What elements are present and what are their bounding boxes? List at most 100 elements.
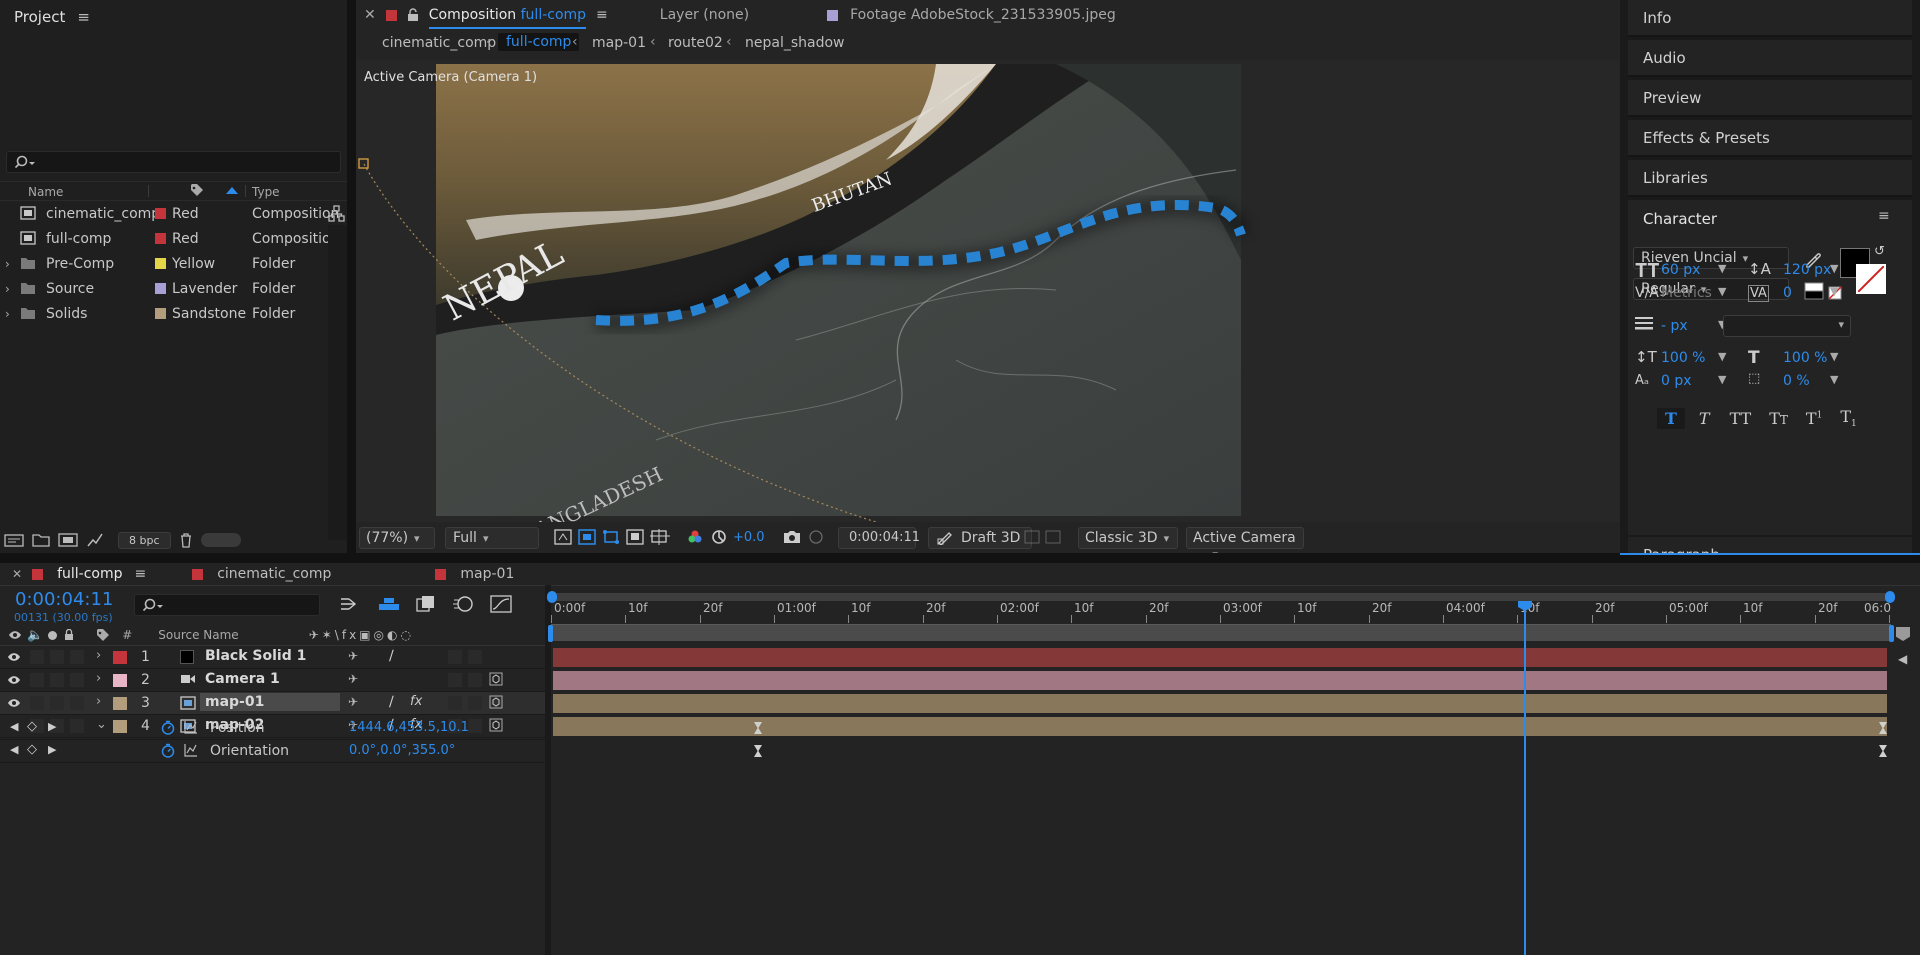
lock-icon[interactable] xyxy=(407,8,419,22)
panel-tab-libraries[interactable]: Libraries xyxy=(1628,160,1912,197)
next-keyframe-icon[interactable]: ▶ xyxy=(48,720,56,733)
panel-tab-info[interactable]: Info xyxy=(1628,0,1912,37)
project-item[interactable]: › Pre-Comp Yellow Folder xyxy=(0,251,326,276)
timeline-tab[interactable]: map-01 xyxy=(460,566,514,582)
work-area-start[interactable] xyxy=(548,625,553,642)
viewer-canvas[interactable]: Active Camera (Camera 1) NEPAL BHUTAN BA… xyxy=(356,60,1620,522)
time-navigator[interactable] xyxy=(547,591,1895,603)
composition-flowchart-icon[interactable] xyxy=(340,595,362,613)
stroke-width-value[interactable]: - px xyxy=(1661,318,1688,334)
layer-expand-arrow-icon[interactable]: › xyxy=(96,694,101,709)
grid-guides-icon[interactable] xyxy=(650,529,670,545)
timeline-end-marker-icon[interactable] xyxy=(1896,627,1910,641)
snapshot-icon[interactable] xyxy=(783,529,801,545)
vertical-scale-dropdown-arrow[interactable]: ▼ xyxy=(1718,350,1726,363)
3d-layer-switch-icon[interactable] xyxy=(489,672,503,686)
label-color-swatch[interactable] xyxy=(155,233,166,244)
layer-solo-toggle[interactable] xyxy=(50,696,64,710)
fast-previews-icon[interactable] xyxy=(554,529,572,545)
small-caps-button[interactable]: TT xyxy=(1763,408,1794,429)
tab-menu-icon[interactable]: ≡ xyxy=(134,566,146,582)
sort-ascending-icon[interactable] xyxy=(226,187,238,194)
3d-layer-switch-icon[interactable] xyxy=(489,695,503,709)
keyframe-marker[interactable] xyxy=(1879,722,1887,734)
effects-switch-icon[interactable]: fx xyxy=(410,694,422,709)
layer-label-color[interactable] xyxy=(113,651,127,664)
extended-viewer-icon[interactable] xyxy=(1024,530,1064,544)
layer-name[interactable]: Camera 1 xyxy=(200,670,340,688)
tab-footage[interactable]: Footage AdobeStock_231533905.jpeg xyxy=(850,7,1116,23)
project-panel-title[interactable]: Project xyxy=(14,8,65,26)
faux-italic-button[interactable]: T xyxy=(1691,408,1718,429)
layer-row[interactable]: › 3 map-01 ✈ ∕ fx xyxy=(0,692,545,715)
breadcrumb-item[interactable]: route02 xyxy=(668,35,723,51)
prev-keyframe-icon[interactable]: ◀ xyxy=(10,720,18,733)
panel-tab-audio[interactable]: Audio xyxy=(1628,40,1912,77)
shy-switch-icon[interactable]: ✈ xyxy=(348,695,358,709)
project-item[interactable]: full-comp Red Composition xyxy=(0,226,339,251)
tracking-value[interactable]: 0 xyxy=(1783,285,1792,301)
property-value[interactable]: 0.0°,0.0°,355.0° xyxy=(349,743,455,758)
label-color-swatch[interactable] xyxy=(155,283,166,294)
leading-dropdown-arrow[interactable]: ▼ xyxy=(1830,262,1838,275)
flowchart-icon[interactable] xyxy=(327,204,347,224)
magnification-dropdown[interactable]: (77%) xyxy=(359,527,435,549)
project-item[interactable]: › Solids Sandstone Folder xyxy=(0,301,326,326)
solo-icon[interactable] xyxy=(48,630,58,640)
motion-blur-switch[interactable] xyxy=(448,650,462,664)
layer-lock-toggle[interactable] xyxy=(70,650,84,664)
time-ruler[interactable]: 0:00f 10f 20f 01:00f 10f 20f 02:00f 10f 20f 03:00… xyxy=(551,601,1891,623)
audio-icon[interactable]: 🔈 xyxy=(27,628,43,643)
project-scrollbar[interactable] xyxy=(328,225,347,540)
breadcrumb-item[interactable]: map-01 xyxy=(592,35,646,51)
timeline-current-time[interactable]: 0:00:04:11 xyxy=(15,589,113,610)
bit-depth-button[interactable]: 8 bpc xyxy=(118,531,171,549)
shy-switch-icon[interactable]: ✈ xyxy=(348,649,358,663)
tsume-value[interactable]: 0 % xyxy=(1783,373,1810,389)
superscript-button[interactable]: T1 xyxy=(1800,408,1828,429)
property-value[interactable]: 1444.6,453.5,10.1 xyxy=(349,720,469,735)
layer-solo-toggle[interactable] xyxy=(50,673,64,687)
project-item[interactable]: › Source Lavender Folder xyxy=(0,276,326,301)
motion-blur-switch[interactable] xyxy=(448,696,462,710)
stopwatch-icon[interactable] xyxy=(161,743,175,758)
exposure-value[interactable]: +0.0 xyxy=(733,530,765,545)
mask-visibility-icon[interactable] xyxy=(602,529,620,545)
font-size-dropdown-arrow[interactable]: ▼ xyxy=(1718,262,1726,275)
adjustment-switch[interactable] xyxy=(468,650,482,664)
layer-duration-bar[interactable] xyxy=(553,648,1887,667)
transparency-grid-icon[interactable] xyxy=(578,529,596,545)
add-keyframe-icon[interactable]: ◇ xyxy=(27,742,37,757)
draft-3d-button[interactable]: Draft 3D xyxy=(928,527,1032,549)
baseline-shift-value[interactable]: 0 px xyxy=(1661,373,1692,389)
thumbnail-toggle[interactable] xyxy=(200,533,241,547)
breadcrumb-item-active[interactable]: full-comp xyxy=(498,33,580,51)
timeline-tab-active[interactable]: full-comp xyxy=(57,566,122,582)
layer-lock-toggle[interactable] xyxy=(70,696,84,710)
breadcrumb-item[interactable]: cinematic_comp xyxy=(382,35,496,51)
close-icon[interactable]: ✕ xyxy=(364,7,376,23)
map-artwork[interactable]: NEPAL BHUTAN BANGLADESH xyxy=(356,60,1620,522)
layer-expand-arrow-icon[interactable]: › xyxy=(96,648,101,663)
column-source-name[interactable]: Source Name xyxy=(158,628,238,642)
label-tag-icon[interactable] xyxy=(96,628,110,642)
project-search-input[interactable] xyxy=(6,151,341,173)
stopwatch-icon[interactable] xyxy=(161,720,175,735)
reset-exposure-icon[interactable] xyxy=(711,529,727,545)
horizontal-scale-value[interactable]: 100 % xyxy=(1783,350,1827,366)
timeline-tab[interactable]: cinematic_comp xyxy=(217,566,331,582)
breadcrumb-item[interactable]: nepal_shadow xyxy=(745,35,845,51)
graph-icon[interactable] xyxy=(184,720,198,734)
graph-editor-icon[interactable] xyxy=(490,595,512,613)
current-time-display[interactable]: 0:00:04:11 xyxy=(838,527,920,549)
resolution-dropdown[interactable]: Full xyxy=(445,527,539,549)
layer-name[interactable]: Black Solid 1 xyxy=(200,647,340,665)
layer-label-color[interactable] xyxy=(113,697,127,710)
trash-icon[interactable] xyxy=(179,532,193,548)
baseline-shift-dropdown-arrow[interactable]: ▼ xyxy=(1718,373,1726,386)
kerning-dropdown-arrow[interactable]: ▼ xyxy=(1718,285,1726,298)
motion-blur-icon[interactable] xyxy=(452,595,474,613)
layer-expand-arrow-icon[interactable]: › xyxy=(96,671,101,686)
panel-tab-preview[interactable]: Preview xyxy=(1628,80,1912,117)
panel-tab-effects-presets[interactable]: Effects & Presets xyxy=(1628,120,1912,157)
